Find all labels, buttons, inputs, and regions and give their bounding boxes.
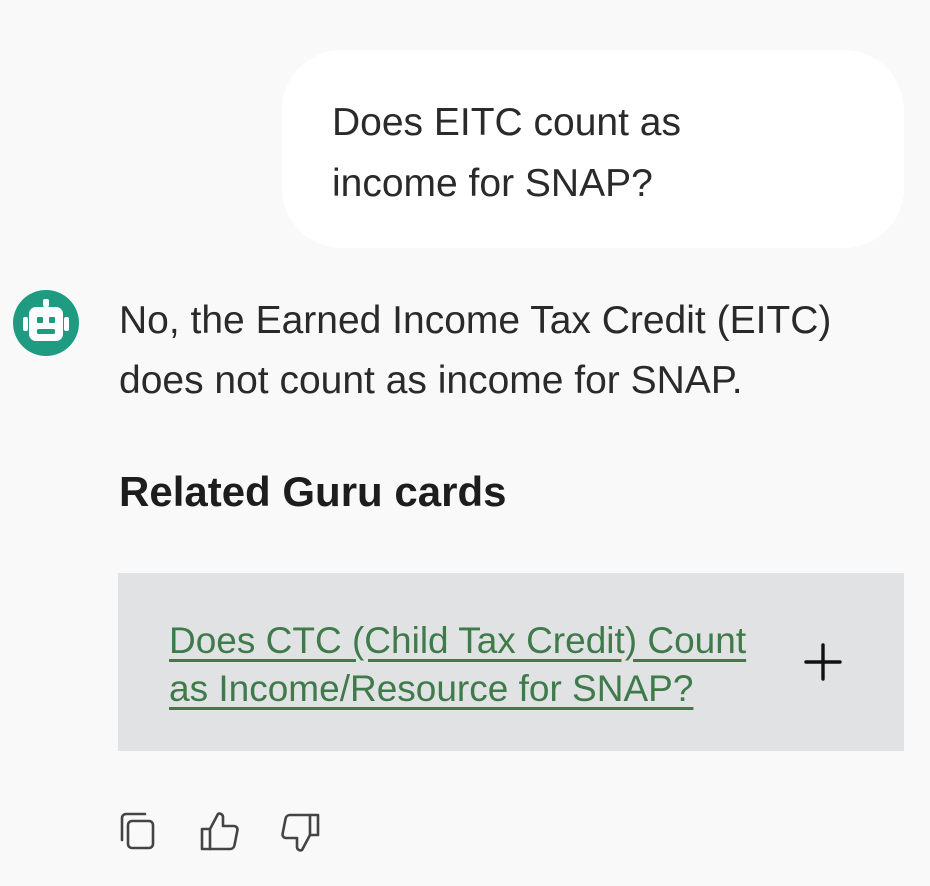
copy-icon — [120, 812, 155, 850]
thumbs-up-icon — [200, 812, 239, 851]
plus-icon — [804, 643, 842, 681]
thumbs-down-button[interactable] — [278, 810, 322, 854]
user-message-bubble: Does EITC count as income for SNAP? — [282, 50, 904, 248]
thumbs-up-button[interactable] — [198, 810, 242, 854]
related-card-link[interactable]: Does CTC (Child Tax Credit) Count as Inc… — [169, 617, 779, 713]
copy-button[interactable] — [118, 810, 162, 854]
related-cards-heading: Related Guru cards — [119, 468, 507, 515]
expand-card-button[interactable] — [800, 639, 846, 685]
related-card: Does CTC (Child Tax Credit) Count as Inc… — [118, 573, 904, 751]
user-message-text: Does EITC count as income for SNAP? — [332, 101, 681, 205]
robot-icon — [23, 299, 69, 341]
assistant-avatar — [13, 290, 79, 356]
assistant-message-text: No, the Earned Income Tax Credit (EITC) … — [119, 299, 832, 402]
thumbs-down-icon — [281, 813, 320, 852]
